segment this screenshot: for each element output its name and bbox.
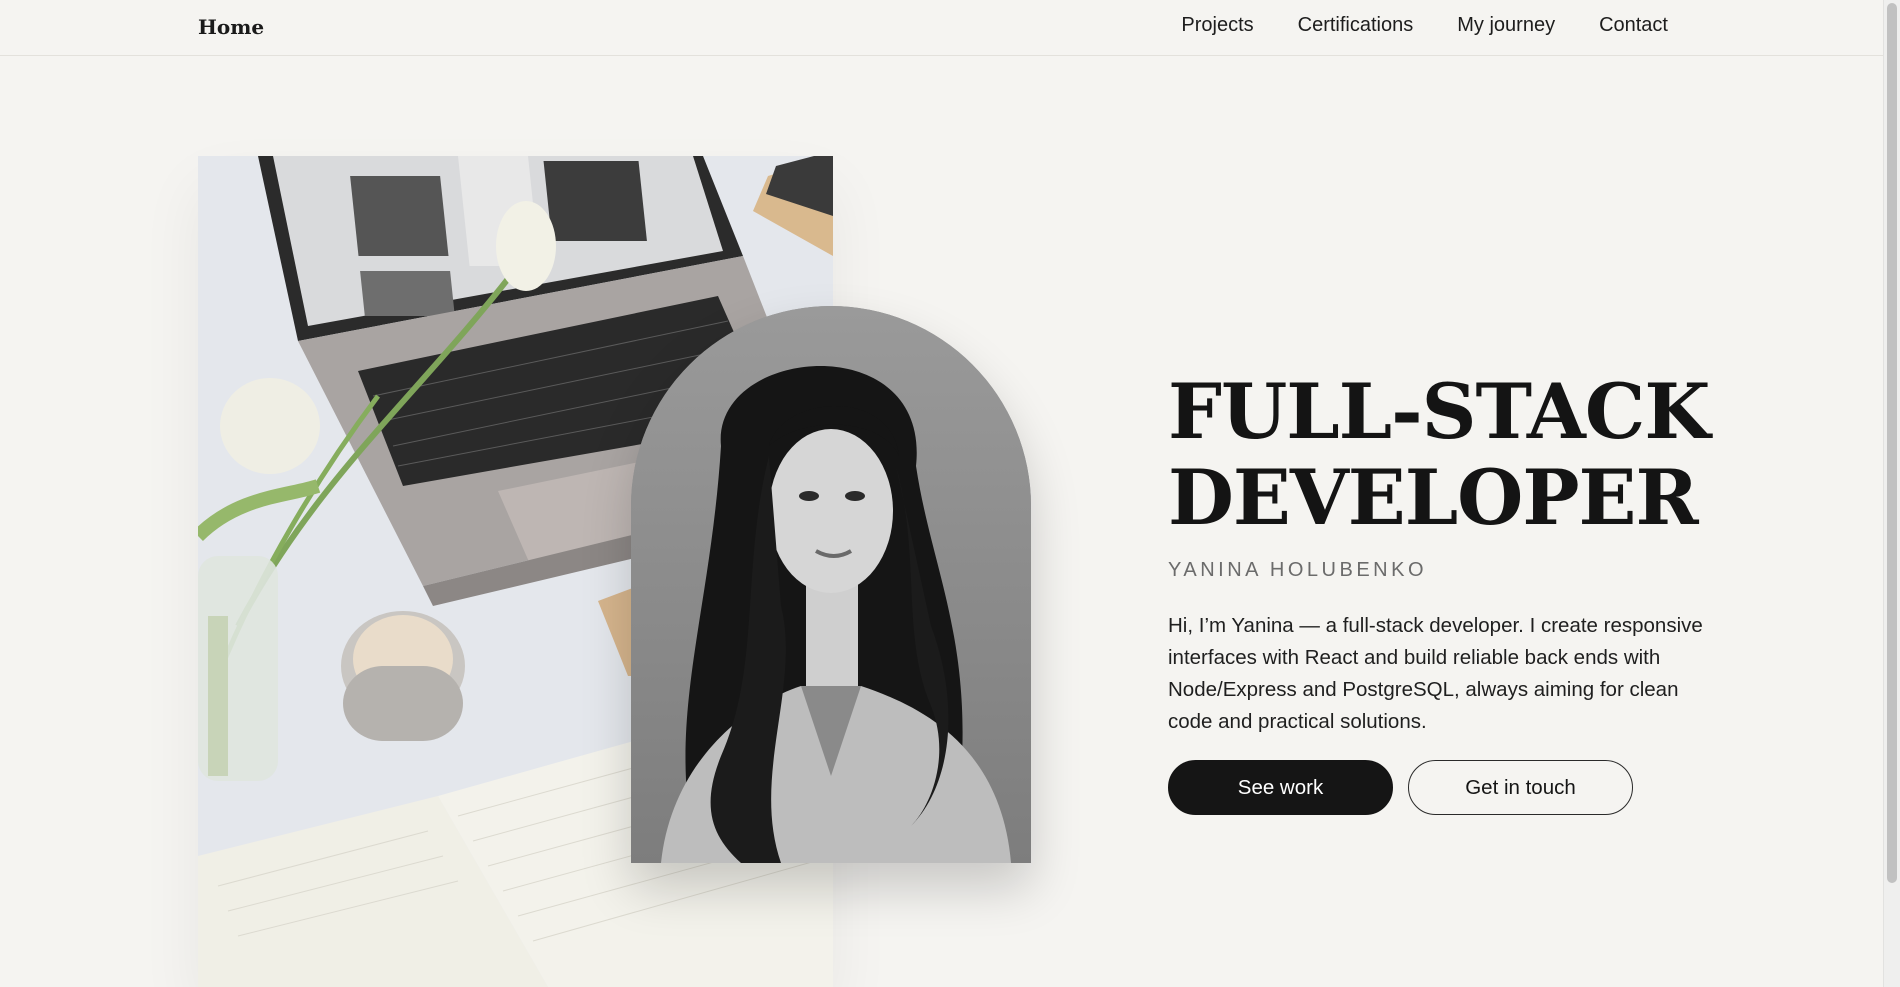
hero-intro: Hi, I’m Yanina — a full-stack developer.… xyxy=(1168,614,1703,733)
hero-section: FULL-STACK DEVELOPER YANINA HOLUBENKO Hi… xyxy=(1168,369,1728,815)
hero-cta-group: See work Get in touch xyxy=(1168,760,1728,815)
nav-link-certifications[interactable]: Certifications xyxy=(1298,14,1414,37)
portrait-photo xyxy=(631,306,1031,863)
hero-title-line-2: DEVELOPER xyxy=(1168,453,1699,542)
hero-title: FULL-STACK DEVELOPER xyxy=(1168,369,1728,541)
top-navbar: Home Projects Certifications My journey … xyxy=(0,0,1883,56)
home-link[interactable]: Home xyxy=(198,15,264,39)
see-work-button[interactable]: See work xyxy=(1168,760,1393,815)
nav-link-my-journey[interactable]: My journey xyxy=(1457,14,1555,37)
get-in-touch-button[interactable]: Get in touch xyxy=(1408,760,1633,815)
page-scrollbar[interactable] xyxy=(1883,0,1900,987)
nav-link-projects[interactable]: Projects xyxy=(1181,14,1253,37)
nav-link-contact[interactable]: Contact xyxy=(1599,14,1668,37)
main-nav: Projects Certifications My journey Conta… xyxy=(1181,14,1668,37)
hero-title-line-1: FULL-STACK xyxy=(1168,367,1710,456)
scrollbar-thumb[interactable] xyxy=(1887,3,1897,883)
hero-subtitle: YANINA HOLUBENKO xyxy=(1168,559,1428,581)
